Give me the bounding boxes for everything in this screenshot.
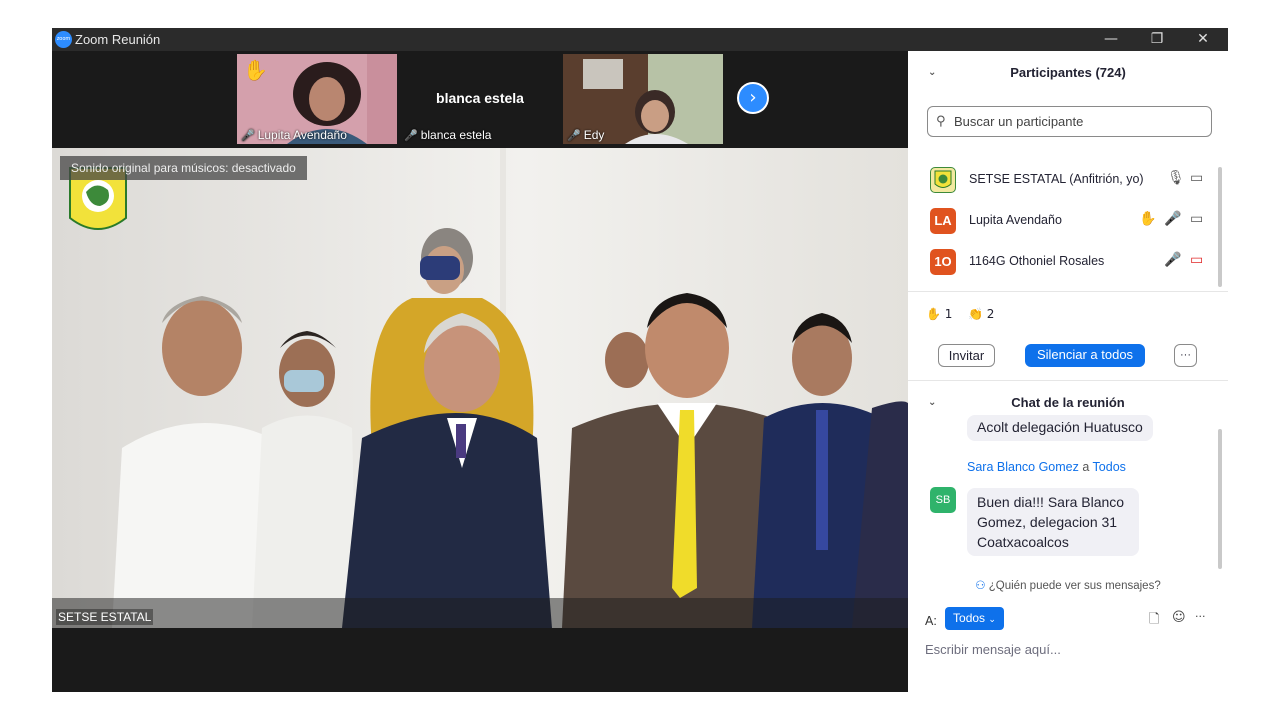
video-off-icon[interactable]: ▭ [1190,252,1203,268]
participant-name: Lupita Avendaño [969,213,1062,227]
user-lock-icon: ⚇ [975,578,986,592]
logo-avatar-icon [934,170,952,188]
chevron-down-icon: ⌄ [988,615,996,625]
participant-name: SETSE ESTATAL (Anfitrión, yo) [969,172,1144,186]
emoji-icon[interactable]: ☺ [1172,610,1186,625]
participant-row[interactable]: SETSE ESTATAL (Anfitrión, yo) 🎙 ▭ [908,159,1228,200]
zoom-app-icon: zoom [55,31,72,48]
search-placeholder: Buscar un participante [954,114,1084,129]
close-button[interactable]: ✕ [1180,28,1226,51]
participant-name: 1164G Othoniel Rosales [969,254,1105,268]
microphone-icon[interactable]: 🎙 [1167,170,1185,186]
invite-button[interactable]: Invitar [938,344,995,367]
chat-sender-line: Sara Blanco Gomez a Todos [967,460,1126,474]
divider [908,380,1228,381]
who-can-see-messages[interactable]: ⚇ ¿Quién puede ver sus mensajes? [908,578,1228,592]
chat-title: Chat de la reunión [1011,395,1125,410]
participants-title: Participantes (724) [1010,65,1126,80]
avatar: LA [930,208,956,234]
participant-row[interactable]: LA Lupita Avendaño ✋ 🎤 ▭ [908,200,1228,241]
clap-icon: 👏 [968,307,983,321]
participants-header[interactable]: ⌄ Participantes (724) [908,53,1228,93]
participant-search-input[interactable]: ⚲ Buscar un participante [927,106,1212,137]
avatar [930,167,956,193]
window-title: Zoom Reunión [75,32,161,47]
thumbnail-name: 🎤 Edy [567,128,605,142]
avatar: 1O [930,249,956,275]
muted-mic-icon[interactable]: 🎤 [1164,252,1181,268]
avatar: SB [930,487,956,513]
raised-hand-icon: ✋ [243,58,268,82]
chevron-down-icon[interactable]: ⌄ [928,383,936,423]
more-options-button[interactable]: ··· [1174,344,1197,367]
chat-scrollbar[interactable] [1218,429,1222,569]
recipient-name: Todos [1092,460,1126,474]
file-icon[interactable]: 🗋 [1149,610,1159,632]
chevron-down-icon[interactable]: ⌄ [928,53,936,93]
raised-hand-icon: ✋ [926,307,941,321]
divider [908,291,1228,292]
participants-scrollbar[interactable] [1218,167,1222,287]
speaker-video-image [52,148,908,628]
next-page-button[interactable]: › [737,82,769,114]
chat-input[interactable]: Escribir mensaje aquí... [925,642,1061,657]
zoom-window: zoom Zoom Reunión — ❐ ✕ ✋ 🎤 Lupita Avend… [52,28,1228,692]
previous-chat-message: Acolt delegación Huatusco [967,415,1153,441]
thumbnail-display-name: blanca estela [436,90,524,106]
mute-all-button[interactable]: Silenciar a todos [1025,344,1145,367]
search-icon: ⚲ [936,114,946,129]
video-camera-icon[interactable]: ▭ [1190,211,1203,227]
main-video: Sonido original para músicos: desactivad… [52,148,908,628]
sender-connector: a [1082,460,1090,474]
video-thumbnail[interactable]: blanca estela 🎤 blanca estela [400,54,560,144]
clap-count: 👏 2 [968,307,995,321]
muted-mic-icon: 🎤 [241,128,255,142]
recipient-select[interactable]: Todos ⌄ [945,607,1004,630]
video-area: ✋ 🎤 Lupita Avendaño blanca estela 🎤 blan… [52,51,908,692]
raised-hands-count: ✋ 1 [926,307,953,321]
more-icon[interactable]: ··· [1195,610,1206,623]
video-camera-icon[interactable]: ▭ [1190,170,1203,186]
muted-mic-icon: 🎤 [567,128,581,142]
muted-mic-icon: 🎤 [404,128,418,142]
chat-message: Buen dia!!! Sara Blanco Gomez, delegacio… [967,488,1139,556]
thumbnail-name: 🎤 blanca estela [404,128,492,142]
title-bar: zoom Zoom Reunión — ❐ ✕ [52,28,1228,51]
participant-row[interactable]: 1O 1164G Othoniel Rosales 🎤 ▭ [908,241,1228,282]
recipient-label: A: [925,614,937,628]
restore-button[interactable]: ❐ [1134,28,1180,51]
raised-hand-icon: ✋ [1139,211,1157,227]
speaker-name-label: SETSE ESTATAL [56,609,154,625]
original-sound-banner: Sonido original para músicos: desactivad… [60,156,307,180]
side-panel: ⌄ Participantes (724) ⚲ Buscar un partic… [908,51,1228,692]
video-thumbnail[interactable]: 🎤 Edy [563,54,723,144]
thumbnail-name: 🎤 Lupita Avendaño [241,128,347,142]
sender-name[interactable]: Sara Blanco Gomez [967,460,1079,474]
minimize-button[interactable]: — [1088,28,1134,51]
video-thumbnail[interactable]: ✋ 🎤 Lupita Avendaño [237,54,397,144]
muted-mic-icon[interactable]: 🎤 [1164,211,1181,227]
